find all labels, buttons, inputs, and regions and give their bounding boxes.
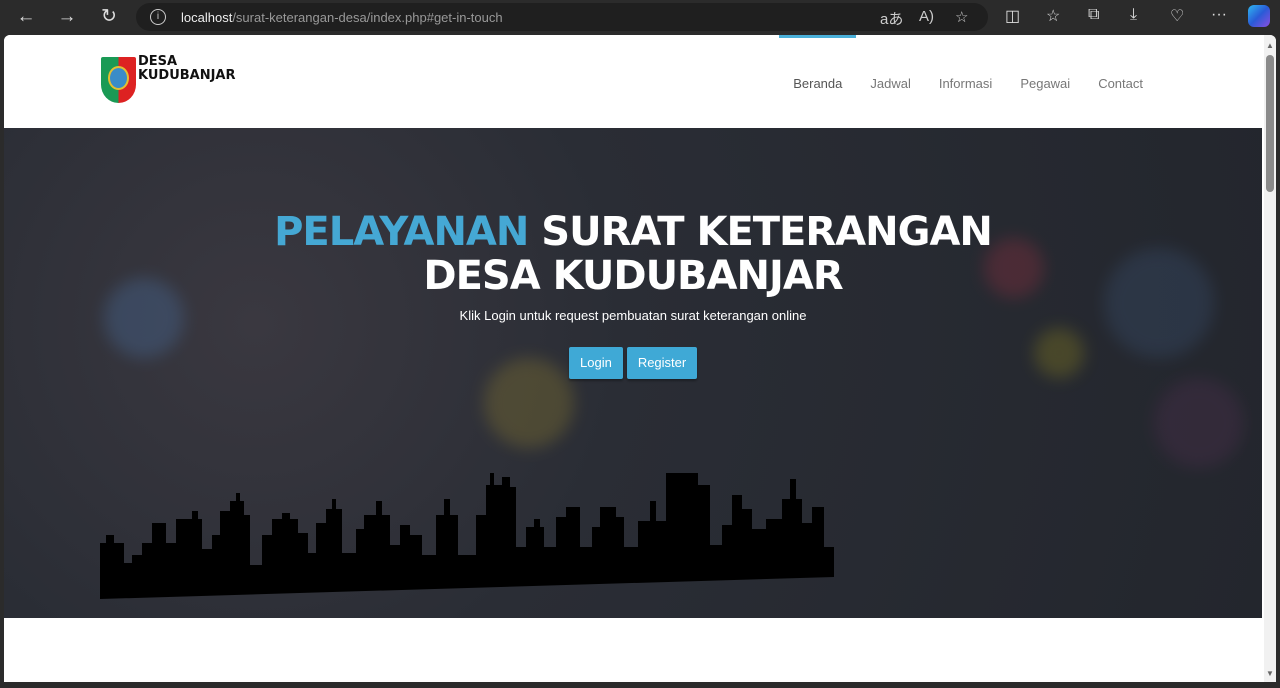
scrollbar-thumb[interactable] [1266, 55, 1274, 192]
forward-icon[interactable]: → [54, 5, 80, 29]
hero-subtitle: Klik Login untuk request pembuatan surat… [459, 308, 807, 323]
refresh-icon[interactable]: ↻ [96, 5, 122, 29]
hero-title-rest: SURAT KETERANGAN [541, 209, 993, 255]
url-text[interactable]: localhost/surat-keterangan-desa/index.ph… [181, 10, 503, 25]
main-nav: Beranda Jadwal Informasi Pegawai Contact [779, 35, 1157, 128]
favorite-star-icon[interactable]: ☆ [955, 8, 968, 26]
more-icon[interactable]: ··· [1211, 6, 1227, 24]
site-info-icon[interactable]: i [150, 9, 166, 25]
address-bar[interactable]: i localhost/surat-keterangan-desa/index.… [136, 3, 988, 31]
hero-title: PELAYANAN SURAT KETERANGAN DESA KUDUBANJA… [4, 210, 1262, 298]
village-emblem-logo[interactable] [101, 57, 136, 103]
scroll-up-icon[interactable]: ▲ [1266, 41, 1274, 50]
split-screen-icon[interactable]: ◫ [1005, 6, 1020, 26]
nav-contact[interactable]: Contact [1084, 35, 1157, 128]
back-icon[interactable]: ← [13, 5, 39, 29]
url-path: /surat-keterangan-desa/index.php#get-in-… [232, 10, 503, 25]
downloads-icon[interactable]: ⤓ [1130, 6, 1137, 24]
hero-title-highlight: PELAYANAN [274, 209, 529, 255]
collections-icon[interactable]: ⧉ [1088, 6, 1099, 24]
nav-pegawai[interactable]: Pegawai [1006, 35, 1084, 128]
nav-beranda[interactable]: Beranda [779, 35, 857, 128]
browser-toolbar: ← → ↻ i localhost/surat-keterangan-desa/… [0, 0, 1280, 35]
scroll-down-icon[interactable]: ▼ [1266, 669, 1274, 678]
web-page: DESA KUDUBANJAR Beranda Jadwal Informasi … [4, 35, 1276, 682]
logo-line-2: KUDUBANJAR [138, 68, 236, 83]
translate-icon[interactable]: aあ [880, 8, 903, 29]
favorites-icon[interactable]: ☆ [1046, 6, 1060, 26]
site-header: DESA KUDUBANJAR Beranda Jadwal Informasi … [4, 35, 1264, 128]
hero-section: PELAYANAN SURAT KETERANGAN DESA KUDUBANJA… [4, 128, 1262, 618]
site-logo-text[interactable]: DESA KUDUBANJAR [138, 55, 236, 83]
login-button[interactable]: Login [569, 347, 623, 379]
health-icon[interactable]: ♡ [1170, 6, 1184, 26]
register-button[interactable]: Register [626, 347, 698, 379]
nav-informasi[interactable]: Informasi [925, 35, 1006, 128]
copilot-icon[interactable] [1248, 5, 1270, 27]
url-host: localhost [181, 10, 233, 25]
logo-line-1: DESA [138, 54, 178, 69]
nav-jadwal[interactable]: Jadwal [856, 35, 924, 128]
page-scrollbar[interactable]: ▲ ▼ [1264, 35, 1276, 682]
city-skyline-illustration [100, 473, 834, 599]
hero-title-line2: DESA KUDUBANJAR [423, 253, 843, 299]
read-aloud-icon[interactable]: A) [919, 8, 934, 25]
